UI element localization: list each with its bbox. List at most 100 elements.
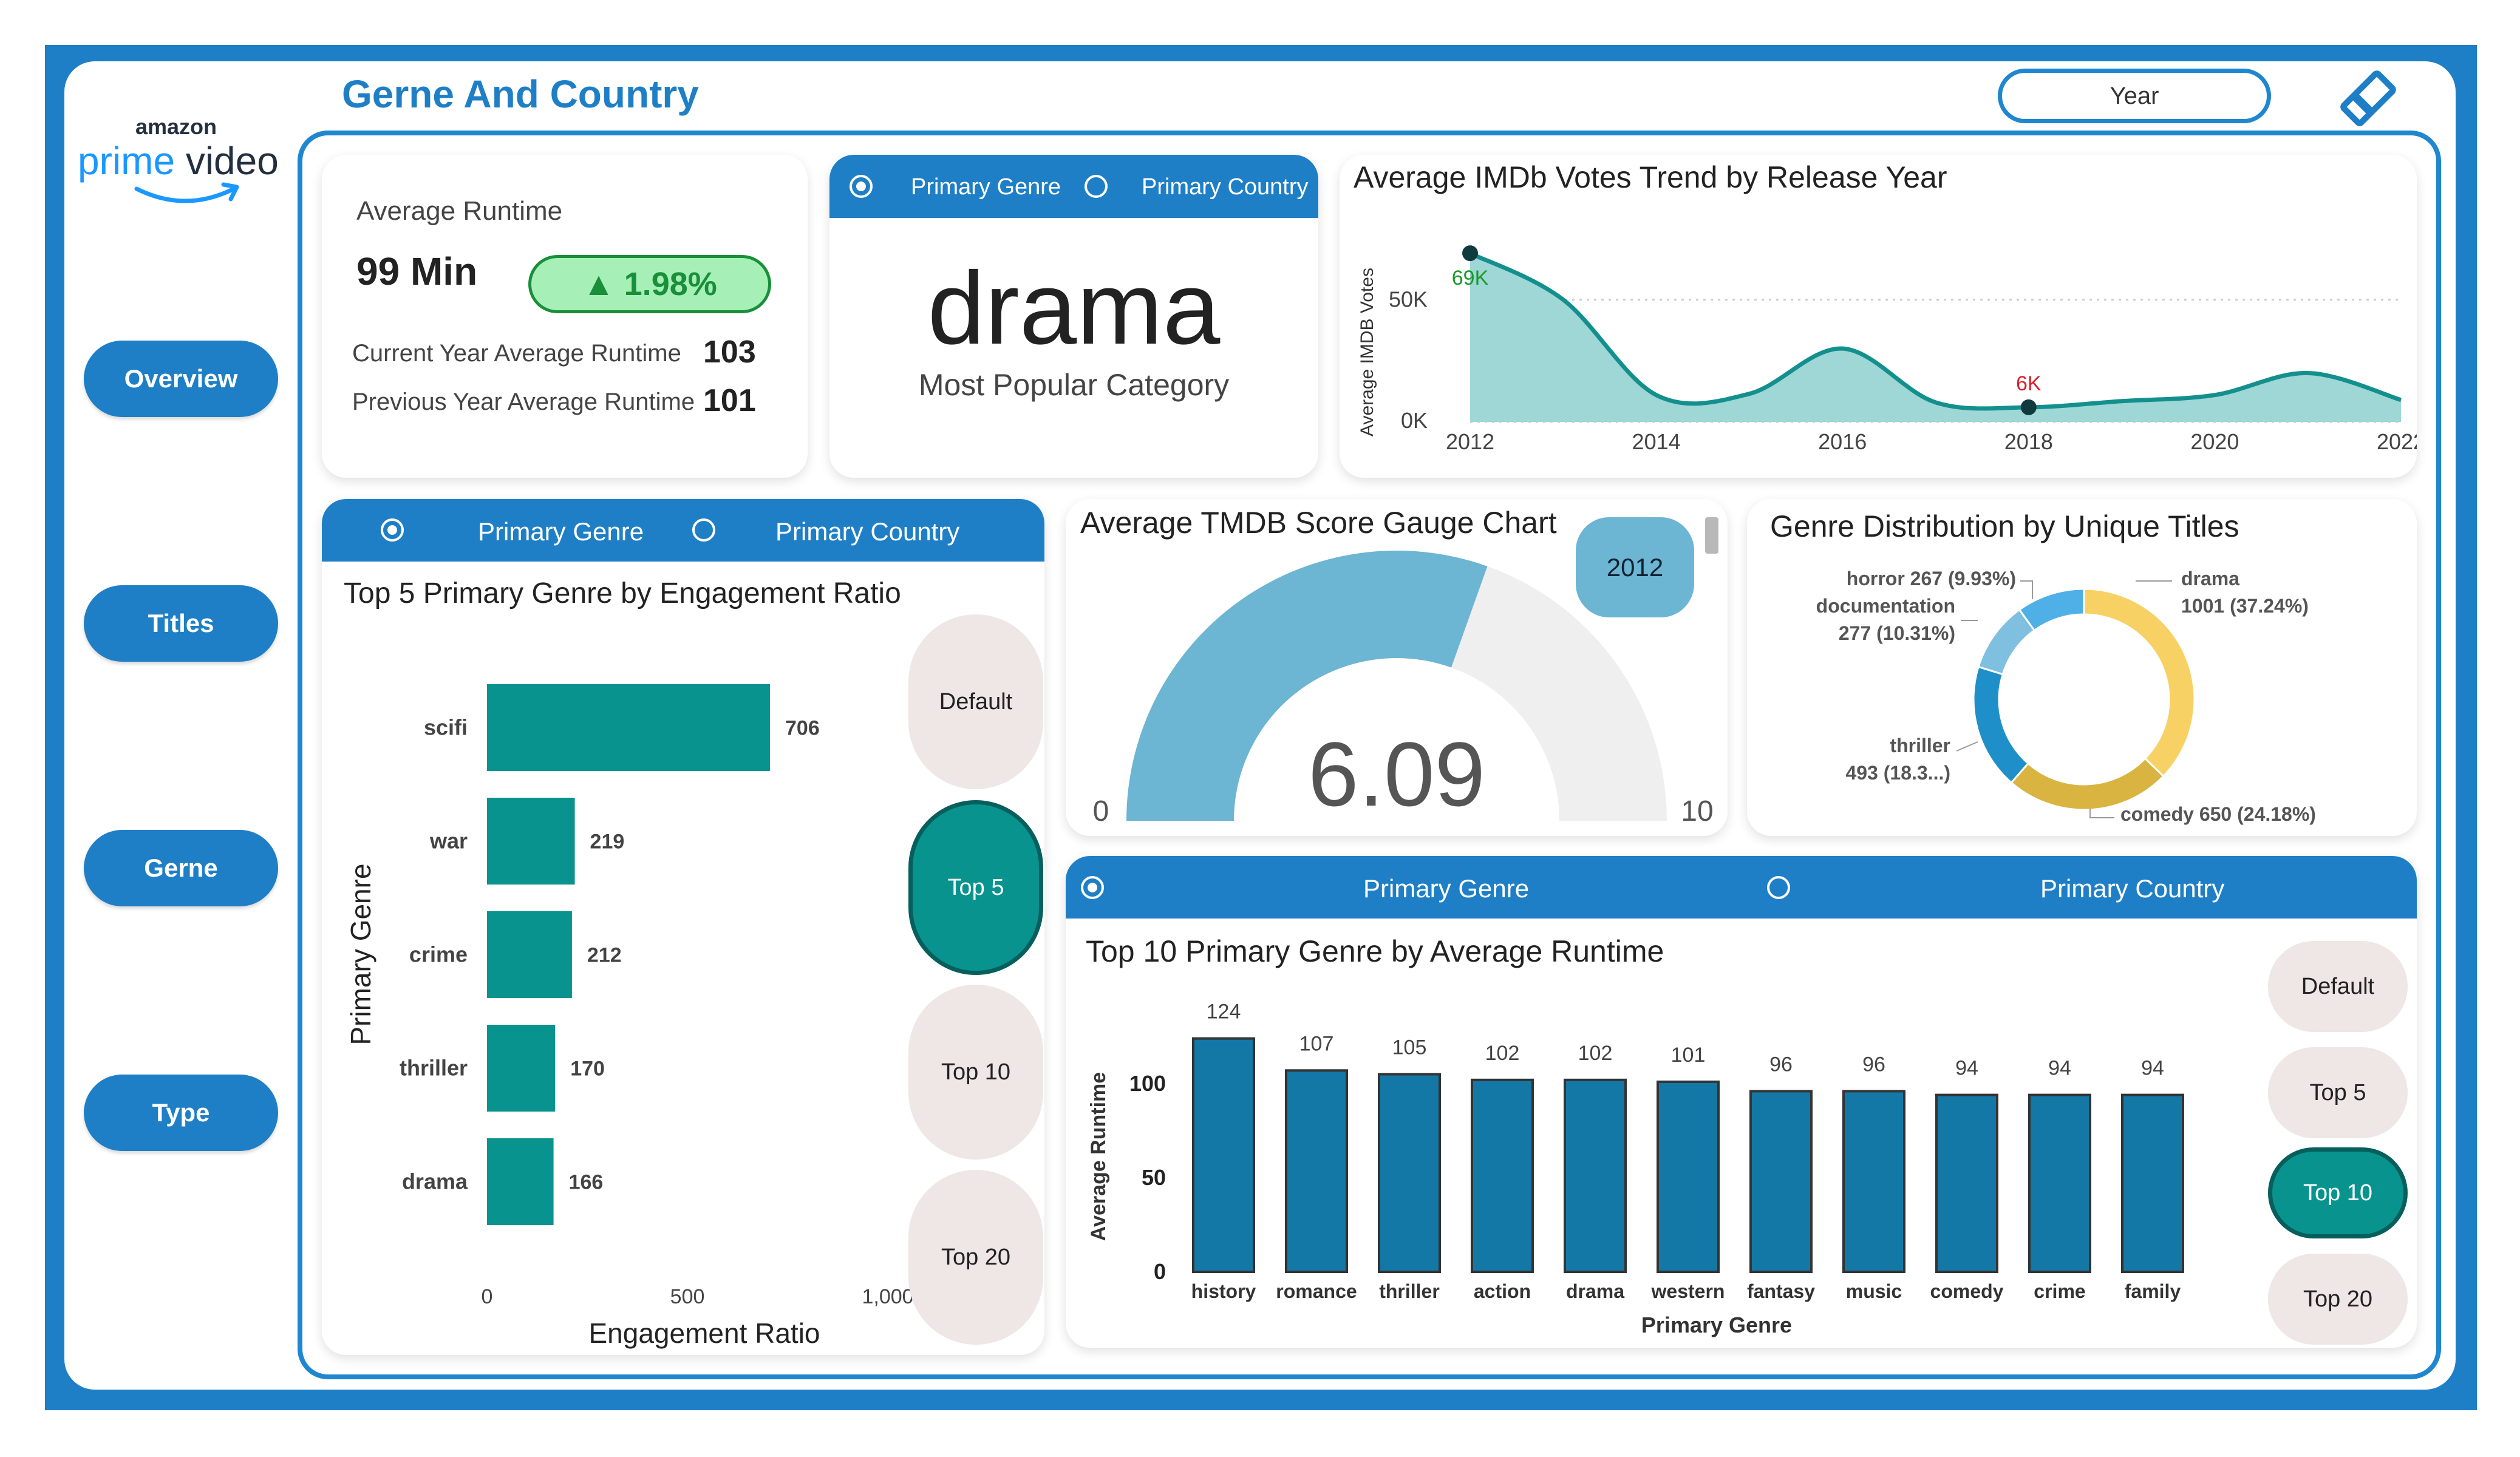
popular-category-value: drama [927,251,1221,366]
category-label: fantasy [1747,1280,1815,1302]
runtime-bar [1564,1078,1627,1273]
annotation-label: 69K [1452,267,1489,290]
value-label: 170 [570,1058,605,1081]
radio-primary-genre[interactable] [850,175,873,198]
x-tick-label: 1,000 [862,1285,914,1308]
value-label: 96 [1769,1053,1793,1076]
x-tick-label: 500 [670,1285,705,1308]
pill-top-20[interactable]: Top 20 [908,1170,1043,1345]
category-label: romance [1276,1280,1357,1302]
category-label: family [2125,1280,2181,1302]
annotation-label: 6K [2016,372,2042,395]
radio-primary-country[interactable] [1085,175,1108,198]
kpi-label: Average Runtime [356,196,563,226]
gauge-chart: 6.09 0 10 [1093,551,1714,827]
value-label: 94 [2141,1057,2164,1080]
page-title: Gerne And Country [342,72,699,116]
logo-video-word: video [185,139,279,183]
year-filter-button[interactable]: Year [1998,69,2271,123]
toggle-label-country[interactable]: Primary Country [1142,174,1309,200]
x-tick-label: 2016 [1818,429,1867,454]
pill-top-10[interactable]: Top 10 [908,985,1043,1160]
pill-top-5[interactable]: Top 5 [2268,1047,2408,1138]
slice-label: 493 (18.3...) [1845,762,1950,784]
gauge-max-label: 10 [1681,795,1713,827]
pill-default[interactable]: Default [2268,941,2408,1032]
slice-label: horror 267 (9.93%) [1847,568,2016,589]
kpi-change-badge: ▲ 1.98% [528,255,771,313]
value-label: 124 [1207,1000,1241,1024]
toggle-label-genre[interactable]: Primary Genre [911,174,1061,200]
category-label: crime [409,942,468,967]
x-tick-label: 2018 [2004,429,2053,454]
donut-slice [2010,757,2165,811]
genre-donut-card: Genre Distribution by Unique Titles dram… [1747,499,2417,836]
value-label: 94 [2048,1057,2071,1080]
x-axis-label: Primary Genre [1641,1313,1792,1337]
category-label: drama [402,1169,468,1194]
slice-label: 277 (10.31%) [1839,622,1955,644]
value-label: 219 [590,830,625,854]
engagement-bar [487,911,572,998]
category-label: western [1651,1280,1725,1302]
gauge-value: 6.09 [1308,723,1485,825]
slice-label: comedy 650 (24.18%) [2120,803,2316,825]
x-tick-label: 2022 [2377,429,2417,454]
pill-default[interactable]: Default [908,614,1043,789]
nav-overview-button[interactable]: Overview [84,341,278,417]
category-label: war [429,829,468,854]
slice-label: documentation [1816,595,1955,617]
category-label: scifi [424,715,468,740]
gauge-min-label: 0 [1093,795,1109,827]
runtime-bar [2121,1093,2184,1273]
runtime-bar-card: Primary Genre Primary Country Top 10 Pri… [1066,856,2417,1348]
genre-donut-chart: drama 1001 (37.24%) horror 267 (9.93%) docu… [1816,568,2316,825]
engagement-card: Primary Genre Primary Country Top 5 Prim… [322,499,1044,1355]
runtime-bar [2028,1093,2091,1273]
annotation-point [2020,399,2037,415]
value-label: 94 [1955,1057,1978,1080]
current-year-value: 103 [703,335,756,370]
annotation-point [1462,245,1478,262]
y-tick-label: 0 [1154,1259,1166,1284]
engagement-bar [487,798,575,885]
category-label: music [1846,1280,1902,1302]
runtime-bar [1657,1080,1720,1273]
leader-line [1956,741,1978,752]
pill-top-5[interactable]: Top 5 [908,800,1043,975]
value-label: 102 [1485,1042,1520,1065]
nav-type-button[interactable]: Type [84,1075,278,1151]
votes-area-fill [1470,253,2401,422]
kpi-value: 99 Min [356,250,478,293]
value-label: 212 [587,944,622,967]
y-tick-label: 50K [1389,287,1428,312]
category-label: thriller [1379,1280,1440,1302]
x-tick-label: 2020 [2190,429,2239,454]
nav-titles-button[interactable]: Titles [84,585,278,662]
y-axis-label: Primary Genre [345,863,376,1045]
runtime-bar-chart: Average Runtime 0 50 100 124 history 107 romanc… [1087,1000,2184,1337]
engagement-bar [487,1025,556,1112]
donut-slice [1972,665,2030,784]
votes-trend-card: Average IMDb Votes Trend by Release Year… [1340,155,2417,478]
y-tick-label: 100 [1129,1071,1166,1096]
eraser-icon[interactable] [2335,65,2402,132]
runtime-bar [1471,1078,1534,1273]
votes-trend-chart: 2012 2014 2016 2018 2020 2022 0K 50K Average IMD… [1357,245,2417,454]
slice-label: drama [2181,568,2239,589]
pill-top-10[interactable]: Top 10 [2268,1147,2408,1238]
category-label: crime [2034,1280,2085,1302]
popular-category-card: Primary Genre Primary Country drama Most… [829,155,1318,478]
value-label: 706 [785,717,820,740]
runtime-bar [1378,1073,1441,1273]
y-axis-label: Average Runtime [1087,1072,1110,1241]
y-axis-label: Average IMDB Votes [1357,268,1377,436]
slice-label: 1001 (37.24%) [2181,595,2309,617]
pill-top-20[interactable]: Top 20 [2268,1254,2408,1345]
runtime-bar [1192,1037,1255,1273]
gauge-card: Average TMDB Score Gauge Chart 2012 6.09… [1066,499,1728,836]
category-label: drama [1566,1280,1624,1302]
category-label: history [1191,1280,1256,1302]
logo-amazon-text: amazon [135,114,217,139]
nav-genre-button[interactable]: Gerne [84,830,278,906]
